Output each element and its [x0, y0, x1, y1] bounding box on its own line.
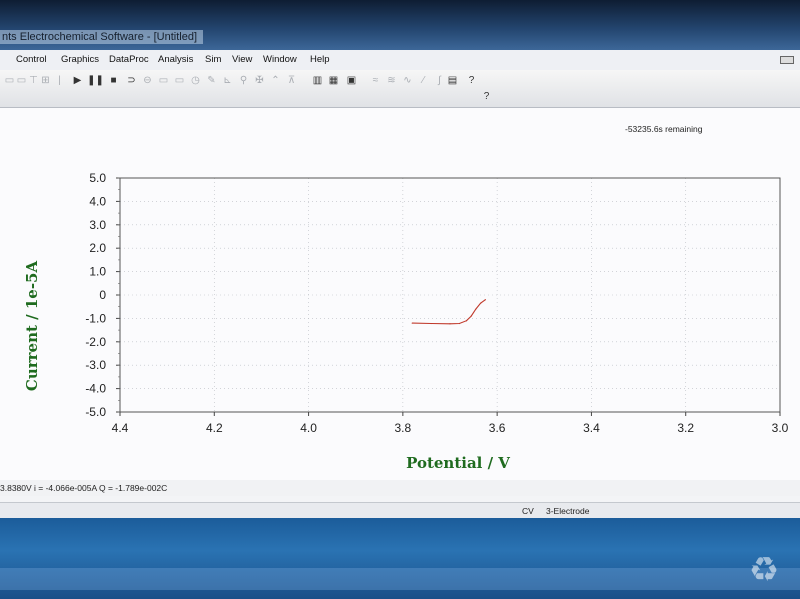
peak-icon[interactable]: ⌃ [270, 74, 281, 88]
data-point [411, 322, 413, 324]
series-layer [411, 299, 486, 325]
derivative-icon[interactable]: ⁄ [418, 74, 429, 88]
clipboard-icon[interactable]: ▣ [346, 74, 357, 88]
menu-bar: Control Graphics DataProc Analysis Sim V… [0, 50, 800, 70]
data-point [449, 323, 451, 325]
clock-icon[interactable]: ◷ [190, 74, 201, 88]
x-tick-label: 4.4 [112, 421, 129, 435]
menu-window[interactable]: Window [263, 54, 297, 65]
reverse-icon[interactable]: ⊃ [126, 74, 137, 88]
y-tick-label: 5.0 [89, 171, 106, 185]
y-tick-label: -4.0 [85, 382, 106, 396]
y-tick-label: -1.0 [85, 311, 106, 325]
smooth-icon[interactable]: ∿ [402, 74, 413, 88]
y-tick-label: -2.0 [85, 335, 106, 349]
time-remaining-label: -53235.6s remaining [625, 124, 703, 134]
bar-chart-icon[interactable]: ▥ [312, 74, 323, 88]
print-icon[interactable]: ⊤ [28, 74, 39, 88]
y-tick-label: 2.0 [89, 241, 106, 255]
restore-window-button[interactable] [780, 56, 794, 64]
axes: 5.0 4.0 3.0 2.0 1.0 0 -1.0 -2.0 -3.0 -4.0 -5.0 4.4 4… [85, 171, 788, 435]
menu-view[interactable]: View [232, 54, 252, 65]
data-point [470, 315, 472, 317]
cv-series-line [412, 299, 486, 325]
recycle-bin-icon[interactable]: ♻ [742, 548, 786, 592]
cursor-icon[interactable]: ✠ [254, 74, 265, 88]
data-point [475, 308, 477, 310]
menu-sim[interactable]: Sim [205, 54, 221, 65]
zoom-icon[interactable]: ⚲ [238, 74, 249, 88]
overlay-icon[interactable]: ▭ [158, 74, 169, 88]
x-tick-label: 4.2 [206, 421, 223, 435]
pause-icon[interactable]: ❚❚ [87, 74, 104, 88]
open-icon[interactable]: ▭ [4, 74, 15, 88]
y-tick-label: -5.0 [85, 405, 106, 419]
y-axis-label: Current / 1e-5A [23, 261, 41, 392]
curve2-icon[interactable]: ≋ [386, 74, 397, 88]
grid [119, 177, 781, 413]
menu-help[interactable]: Help [310, 54, 330, 65]
electrode-label: 3-Electrode [546, 506, 590, 516]
columns-icon[interactable]: ▦ [328, 74, 339, 88]
graph-icon[interactable]: ⊾ [222, 74, 233, 88]
technique-label: CV [522, 506, 534, 516]
y-tick-label: 3.0 [89, 218, 106, 232]
x-axis-label: Potential / V [406, 454, 510, 472]
baseline-icon[interactable]: ⊼ [286, 74, 297, 88]
toolbar: ▭ ▭ ⊤ ⊞ | ▶ ❚❚ ■ ⊃ ⊖ ▭ ▭ ◷ ✎ ⊾ ⚲ ✠ ⌃ ⊼ ▥… [0, 70, 800, 108]
y-tick-label: 0 [99, 288, 106, 302]
data-point [430, 322, 432, 325]
integrate-icon[interactable]: ∫ [434, 74, 445, 88]
status-bar: CV 3-Electrode [0, 502, 800, 518]
help-icon[interactable]: ? [481, 90, 492, 104]
taskbar-strip [0, 568, 800, 590]
y-tick-label: -3.0 [85, 358, 106, 372]
app-window: Control Graphics DataProc Analysis Sim V… [0, 50, 800, 518]
cursor-readout: 3.8380V i = -4.066e-005A Q = -1.789e-002… [0, 480, 800, 496]
menu-control[interactable]: Control [16, 54, 47, 65]
save-icon[interactable]: ▭ [16, 74, 27, 88]
menu-analysis[interactable]: Analysis [158, 54, 193, 65]
x-tick-label: 3.2 [677, 421, 694, 435]
plot-frame [119, 177, 781, 413]
run-icon[interactable]: ▶ [72, 74, 83, 88]
x-tick-label: 4.0 [300, 421, 317, 435]
menu-graphics[interactable]: Graphics [61, 54, 99, 65]
settings-icon[interactable]: ✎ [206, 74, 217, 88]
y-tick-label: 4.0 [89, 194, 106, 208]
x-tick-label: 3.0 [772, 421, 789, 435]
separator-icon: | [58, 75, 61, 86]
data-point [465, 320, 468, 322]
notes-icon[interactable]: ▤ [447, 74, 458, 88]
tool-icon[interactable]: ⊞ [40, 74, 51, 88]
title-bar: nts Electrochemical Software - [Untitled… [0, 0, 800, 52]
data-point [458, 322, 461, 325]
window-title: nts Electrochemical Software - [Untitled… [0, 30, 204, 44]
plot-area: 5.0 4.0 3.0 2.0 1.0 0 -1.0 -2.0 -3.0 -4.0 -5.0 4.4 4… [0, 108, 800, 480]
help-context-icon[interactable]: ? [466, 74, 477, 88]
data-point [480, 302, 482, 304]
curve-icon[interactable]: ≈ [370, 74, 381, 88]
x-tick-label: 3.6 [489, 421, 506, 435]
menu-dataproc[interactable]: DataProc [109, 54, 149, 65]
add-icon[interactable]: ▭ [174, 74, 185, 88]
filter-icon[interactable]: ⊖ [142, 74, 153, 88]
y-tick-label: 1.0 [89, 265, 106, 279]
taskbar: ♻ [0, 518, 800, 599]
x-tick-label: 3.4 [583, 421, 600, 435]
x-tick-label: 3.8 [395, 421, 412, 435]
data-point [484, 299, 486, 301]
cv-chart: 5.0 4.0 3.0 2.0 1.0 0 -1.0 -2.0 -3.0 -4.0 -5.0 4.4 4… [23, 124, 789, 472]
stop-icon[interactable]: ■ [108, 74, 119, 88]
